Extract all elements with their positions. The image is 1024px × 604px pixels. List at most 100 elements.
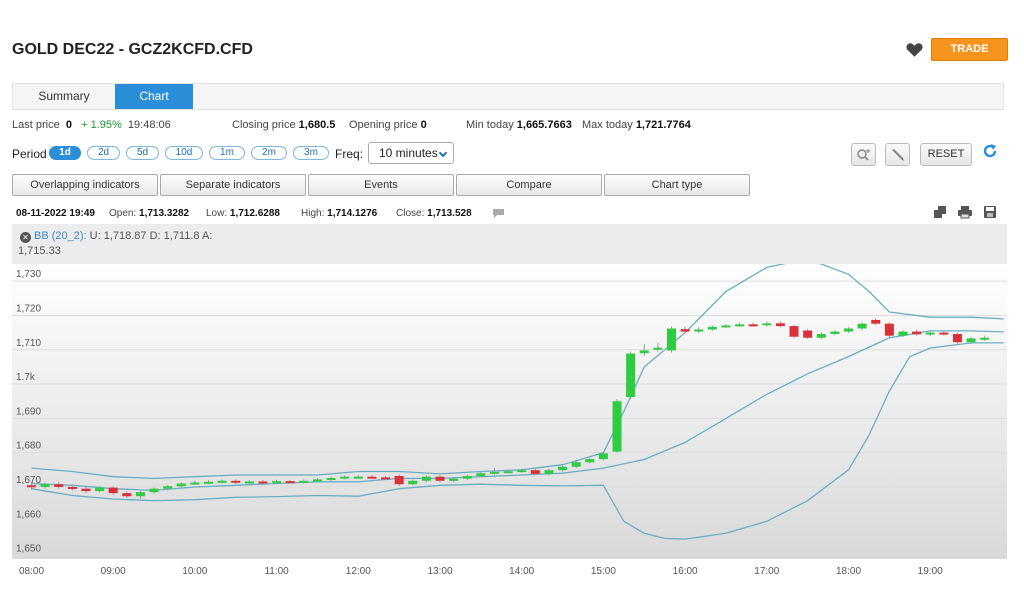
period-1m[interactable]: 1m bbox=[209, 146, 245, 160]
fullscreen-icon[interactable] bbox=[933, 205, 947, 219]
low-label: Low: bbox=[206, 208, 228, 219]
heart-icon[interactable] bbox=[906, 42, 923, 58]
candle-body bbox=[939, 332, 949, 335]
candle-body bbox=[571, 462, 581, 467]
candle-body bbox=[775, 323, 785, 327]
freq-select[interactable]: 10 minutes bbox=[368, 142, 454, 164]
high-value: 1,714.1276 bbox=[327, 208, 378, 219]
tab-chart[interactable]: Chart bbox=[115, 84, 193, 109]
candle bbox=[789, 324, 799, 339]
y-tick-label: 1,720 bbox=[16, 303, 41, 314]
ohlc-datetime: 08-11-2022 19:49 bbox=[16, 208, 95, 219]
x-tick-label: 08:00 bbox=[19, 566, 44, 577]
candle-body bbox=[27, 485, 36, 488]
x-axis: 08:00 09:00 10:00 11:00 12:00 13:00 14:00 15:00… bbox=[19, 566, 943, 577]
period-3m[interactable]: 3m bbox=[293, 146, 329, 160]
period-10d[interactable]: 10d bbox=[165, 146, 203, 160]
candle-body bbox=[408, 480, 418, 485]
max-today-value: 1,721.7764 bbox=[635, 119, 691, 131]
candle-body bbox=[857, 323, 867, 329]
compare-button[interactable]: Compare bbox=[456, 174, 602, 196]
print-icon[interactable] bbox=[958, 205, 972, 219]
separate-indicators-button[interactable]: Separate indicators bbox=[160, 174, 306, 196]
candle-body bbox=[449, 478, 459, 481]
candle bbox=[803, 329, 813, 340]
x-tick-label: 10:00 bbox=[182, 566, 207, 577]
candle-body bbox=[830, 331, 840, 334]
candle-body bbox=[190, 482, 200, 485]
min-today-label: Min today bbox=[466, 119, 514, 131]
y-tick-label: 1,650 bbox=[16, 544, 41, 555]
x-tick-label: 16:00 bbox=[673, 566, 698, 577]
period-5d[interactable]: 5d bbox=[126, 146, 159, 160]
candle-body bbox=[803, 330, 813, 338]
period-2d[interactable]: 2d bbox=[87, 146, 120, 160]
candle-body bbox=[394, 475, 404, 485]
opening-price-value: 0 bbox=[420, 119, 427, 131]
candle-body bbox=[598, 453, 608, 460]
candle-body bbox=[517, 470, 527, 473]
candle-body bbox=[258, 481, 268, 484]
events-button[interactable]: Events bbox=[308, 174, 454, 196]
candle-body bbox=[381, 477, 391, 480]
chart-type-button[interactable]: Chart type bbox=[604, 174, 750, 196]
instrument-title: GOLD DEC22 - GCZ2KCFD.CFD bbox=[12, 41, 253, 58]
candle-body bbox=[844, 328, 853, 332]
zoom-button[interactable] bbox=[851, 143, 876, 166]
candle-body bbox=[748, 324, 758, 327]
bb-average: 1,715.33 bbox=[18, 245, 61, 257]
candle-body bbox=[353, 476, 363, 479]
candle-body bbox=[421, 476, 431, 481]
candle-body bbox=[666, 328, 676, 351]
candle-body bbox=[503, 471, 513, 474]
candle-body bbox=[163, 486, 173, 489]
x-tick-label: 12:00 bbox=[346, 566, 371, 577]
candle-body bbox=[367, 476, 377, 479]
open-value: 1,713.3282 bbox=[139, 208, 190, 219]
candle-body bbox=[244, 481, 254, 484]
y-tick-label: 1,690 bbox=[16, 406, 41, 417]
high-label: High: bbox=[301, 208, 325, 219]
candle bbox=[666, 326, 676, 353]
x-tick-label: 11:00 bbox=[264, 566, 289, 577]
closing-price-value: 1,680.5 bbox=[298, 119, 336, 131]
price-chart[interactable]: 1,6501,6601,6701,6801,6901.7k1,7101,7201… bbox=[0, 264, 1024, 604]
candle-body bbox=[340, 476, 350, 479]
candle-body bbox=[67, 486, 77, 489]
freq-value: 10 minutes bbox=[379, 146, 438, 160]
candle-body bbox=[95, 487, 105, 492]
close-icon[interactable]: ✕ bbox=[20, 232, 31, 243]
comment-icon[interactable] bbox=[493, 209, 504, 218]
tab-summary[interactable]: Summary bbox=[13, 84, 115, 109]
overlapping-indicators-button[interactable]: Overlapping indicators bbox=[12, 174, 158, 196]
freq-label: Freq: bbox=[335, 147, 364, 161]
candle-body bbox=[816, 333, 826, 338]
candle-body bbox=[639, 350, 649, 354]
candle-body bbox=[435, 476, 445, 481]
candle-body bbox=[54, 484, 64, 487]
period-2m[interactable]: 2m bbox=[251, 146, 287, 160]
candle-body bbox=[585, 459, 595, 463]
y-tick-label: 1,680 bbox=[16, 441, 41, 452]
candle-body bbox=[558, 466, 568, 471]
period-1d[interactable]: 1d bbox=[49, 146, 81, 160]
low-value: 1,712.6288 bbox=[229, 208, 280, 219]
candle-body bbox=[707, 326, 717, 330]
plot-background bbox=[12, 264, 1007, 559]
bb-values: U: 1,718.87 D: 1,711.8 A: bbox=[89, 230, 213, 242]
candle-body bbox=[544, 470, 554, 474]
candle bbox=[612, 399, 622, 453]
candle-body bbox=[530, 470, 540, 474]
y-tick-label: 1,660 bbox=[16, 509, 41, 520]
price-change: + 1.95% bbox=[81, 119, 122, 131]
closing-price-label: Closing price bbox=[232, 119, 296, 131]
pencil-icon bbox=[892, 149, 904, 161]
trade-button[interactable]: TRADE bbox=[931, 38, 1008, 61]
draw-button[interactable] bbox=[885, 143, 910, 166]
candle-body bbox=[884, 323, 894, 336]
reset-button[interactable]: RESET bbox=[920, 143, 972, 166]
refresh-icon[interactable] bbox=[982, 143, 998, 159]
candle-body bbox=[952, 333, 962, 343]
save-icon[interactable] bbox=[983, 205, 997, 219]
candle-body bbox=[694, 329, 704, 332]
